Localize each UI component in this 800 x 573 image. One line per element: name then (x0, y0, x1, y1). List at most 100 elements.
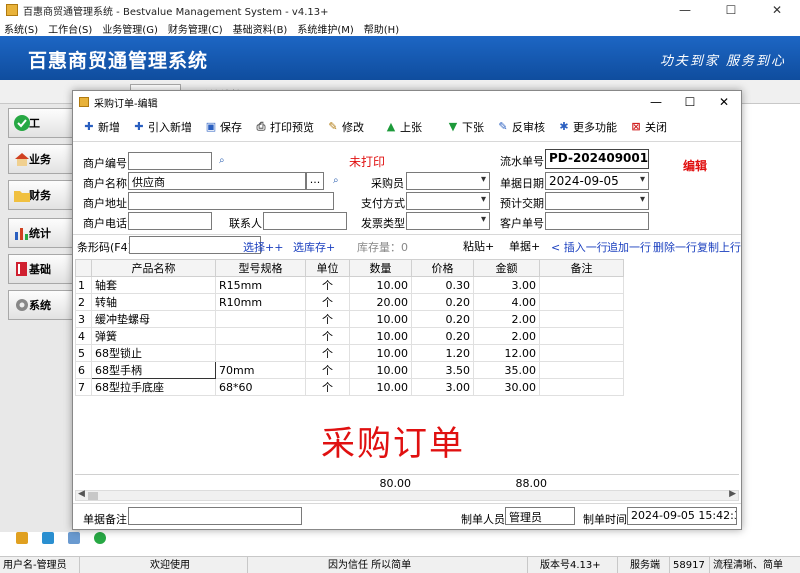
make-time-field[interactable]: 2024-09-05 15:42:33 (627, 507, 737, 525)
menu-finance[interactable]: 财务管理(C) (168, 21, 223, 36)
header-spec[interactable]: 型号规格 (215, 259, 306, 277)
phone-input[interactable] (128, 212, 212, 230)
maker-label: 制单人员 (461, 513, 505, 526)
header-amount[interactable]: 金额 (473, 259, 540, 277)
minimize-button[interactable]: — (662, 0, 708, 20)
browse-button[interactable]: ... (306, 172, 324, 190)
table-row[interactable]: 1 轴套 R15mm 个 10.00 0.30 3.00 (75, 276, 624, 294)
status-version: 版本号4.13+ (528, 556, 618, 573)
scroll-thumb[interactable] (88, 492, 98, 500)
invoice-type-select[interactable] (406, 212, 490, 230)
table-row[interactable]: 7 68型拉手底座 68*60 个 10.00 3.00 30.00 (75, 378, 624, 396)
header-quantity[interactable]: 数量 (349, 259, 412, 277)
header-product-name[interactable]: 产品名称 (91, 259, 216, 277)
menu-basic-data[interactable]: 基础资料(B) (233, 21, 288, 36)
table-row[interactable]: 5 68型锁止 个 10.00 1.20 12.00 (75, 344, 624, 362)
up-arrow-icon: ▲ (386, 120, 396, 133)
menu-help[interactable]: 帮助(H) (364, 21, 399, 36)
bill-date-picker[interactable]: 2024-09-05 (545, 172, 649, 190)
serial-number-field[interactable]: PD-202409001 (545, 149, 649, 169)
select-link[interactable]: 选择++ (243, 239, 283, 255)
header-note[interactable]: 备注 (539, 259, 624, 277)
menu-bar: 系统(S) 工作台(S) 业务管理(G) 财务管理(C) 基础资料(B) 系统维… (0, 20, 800, 36)
document-type-label: 采购订单 (321, 424, 465, 464)
status-welcome: 欢迎使用 (80, 556, 248, 573)
purchase-order-dialog: 采购订单-编辑 — ☐ ✕ ✚ 新增 ✚ 引入新增 ▣ 保存 ⎙ 打印预览 ✎ 修改 ▲ 上… (72, 90, 742, 530)
maker-field[interactable]: 管理员 (505, 507, 575, 525)
merchant-no-input[interactable] (128, 152, 212, 170)
remark-input[interactable] (128, 507, 302, 525)
barcode-input[interactable] (129, 236, 261, 254)
copy-row-link[interactable]: 复制上行 (697, 239, 741, 255)
table-row[interactable]: 3 缓冲垫螺母 个 10.00 0.20 2.00 (75, 310, 624, 328)
delete-row-link[interactable]: 删除一行 (653, 239, 697, 255)
table-row[interactable]: 2 转轴 R10mm 个 20.00 0.20 4.00 (75, 293, 624, 311)
table-row[interactable]: 4 弹簧 个 10.00 0.20 2.00 (75, 327, 624, 345)
import-new-button[interactable]: ✚ 引入新增 (133, 119, 192, 135)
save-button[interactable]: ▣ 保存 (205, 119, 242, 135)
maximize-button[interactable]: ☐ (708, 0, 754, 20)
insert-row-link[interactable]: < 插入一行 (551, 239, 608, 255)
save-icon: ▣ (205, 120, 217, 133)
status-port: 58917 (670, 556, 710, 573)
header-unit[interactable]: 单位 (305, 259, 350, 277)
scroll-left-icon[interactable]: ◀ (78, 489, 85, 499)
search-icon[interactable] (68, 532, 80, 544)
nav-statistics[interactable]: 统计 (8, 218, 74, 248)
dialog-maximize-button[interactable]: ☐ (673, 91, 707, 113)
delivery-date-select[interactable] (545, 192, 649, 210)
pay-method-select[interactable] (406, 192, 490, 210)
close-dialog-button[interactable]: ⊠ 关闭 (630, 119, 667, 135)
print-preview-button[interactable]: ⎙ 打印预览 (255, 119, 314, 135)
horizontal-scrollbar[interactable]: ◀ ▶ (75, 489, 739, 501)
unapprove-icon: ✎ (498, 120, 508, 133)
modify-button[interactable]: ✎ 修改 (327, 119, 364, 135)
select-stock-link[interactable]: 选库存+ (293, 239, 335, 255)
nav-basic-data[interactable]: 基础 (8, 254, 74, 284)
close-button[interactable]: ✕ (754, 0, 800, 20)
customer-no-input[interactable] (545, 212, 649, 230)
selected-cell[interactable]: 68型手柄 (91, 361, 216, 379)
table-row[interactable]: 6 68型手柄 70mm 个 10.00 3.50 35.00 (75, 361, 624, 379)
menu-maintenance[interactable]: 系统维护(M) (297, 21, 353, 36)
nav-business[interactable]: 业务 (8, 144, 74, 174)
menu-system[interactable]: 系统(S) (4, 21, 38, 36)
serial-label: 流水单号 (500, 155, 544, 168)
unapprove-button[interactable]: ✎ 反审核 (497, 119, 545, 135)
contact-input[interactable] (263, 212, 347, 230)
new-button[interactable]: ✚ 新增 (83, 119, 120, 135)
dialog-minimize-button[interactable]: — (639, 91, 673, 113)
next-record-button[interactable]: ▼ 下张 (447, 119, 484, 135)
scroll-right-icon[interactable]: ▶ (729, 489, 736, 499)
paste-button[interactable]: 粘贴+ (463, 238, 494, 254)
calendar-icon[interactable] (42, 532, 54, 544)
search-icon[interactable]: ⌕ (219, 155, 231, 167)
print-status: 未打印 (349, 155, 386, 169)
status-bar: 用户名-管理员 欢迎使用 因为信任 所以简单 版本号4.13+ 服务端 5891… (0, 556, 800, 573)
refresh-icon[interactable] (94, 532, 106, 544)
form-divider (73, 234, 741, 235)
more-functions-icon: ✱ (559, 120, 569, 133)
buyer-select[interactable] (406, 172, 490, 190)
address-input[interactable] (128, 192, 334, 210)
nav-finance[interactable]: 财务 (8, 180, 74, 210)
remark-label: 单据备注 (83, 513, 127, 526)
append-row-link[interactable]: 追加一行 (607, 239, 651, 255)
nav-workbench[interactable]: 工 (8, 108, 74, 138)
header-price[interactable]: 价格 (411, 259, 474, 277)
bill-button[interactable]: 单据+ (509, 238, 540, 254)
book-icon (16, 262, 27, 276)
more-functions-button[interactable]: ✱ 更多功能 (558, 119, 617, 135)
slogan: 功夫到家 服务到心 (659, 54, 786, 69)
merchant-name-input[interactable]: 供应商 (128, 172, 306, 190)
dialog-toolbar: ✚ 新增 ✚ 引入新增 ▣ 保存 ⎙ 打印预览 ✎ 修改 ▲ 上张 ▼ 下张 ✎ 反审核 ✱ 更多… (73, 115, 741, 139)
menu-workbench[interactable]: 工作台(S) (48, 21, 92, 36)
dialog-close-button[interactable]: ✕ (707, 91, 741, 113)
menu-business[interactable]: 业务管理(G) (102, 21, 158, 36)
address-label: 商户地址 (83, 197, 127, 210)
previous-record-button[interactable]: ▲ 上张 (385, 119, 422, 135)
search-icon[interactable]: ⌕ (333, 175, 345, 187)
header-index (75, 259, 92, 277)
note-icon[interactable] (16, 532, 28, 544)
nav-system[interactable]: 系统 (8, 290, 74, 320)
